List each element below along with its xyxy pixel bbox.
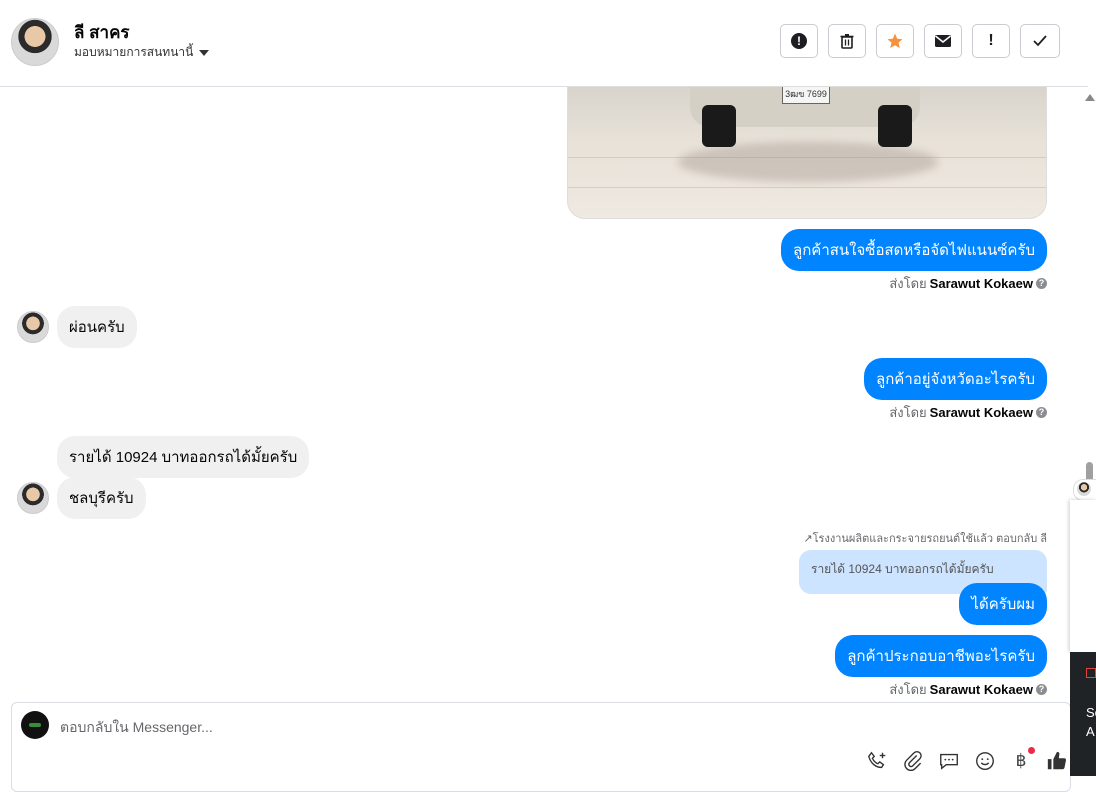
sent-by-label: ส่งโดย Sarawut Kokaew ? [889, 402, 1047, 423]
incoming-message[interactable]: ผ่อนครับ [57, 306, 137, 348]
thumbnail-icon [1086, 668, 1096, 678]
contact-name[interactable]: ลี สาคร [74, 19, 130, 46]
page-avatar [21, 711, 49, 739]
conversation-header: ลี สาคร มอบหมายการสนทนานี้ ! ! [0, 0, 1088, 87]
exclamation-icon: ! [988, 32, 994, 49]
license-plate: 3ฒข 7699 [782, 87, 830, 104]
delete-button[interactable] [828, 24, 866, 58]
contact-avatar[interactable] [11, 18, 59, 66]
side-text-2: A [1086, 724, 1095, 739]
help-icon[interactable]: ? [1036, 684, 1047, 695]
chat-head[interactable] [1073, 479, 1096, 501]
checkmark-icon [1033, 35, 1047, 47]
help-icon[interactable]: ? [1036, 278, 1047, 289]
report-spam-button[interactable]: ! [780, 24, 818, 58]
outgoing-message[interactable]: ได้ครับผม [959, 583, 1047, 625]
outgoing-message[interactable]: ลูกค้าอยู่จังหวัดอะไรครับ [864, 358, 1047, 400]
outgoing-message[interactable]: ลูกค้าสนใจซื้อสดหรือจัดไฟแนนซ์ครับ [781, 229, 1047, 271]
sender-name: Sarawut Kokaew [929, 682, 1033, 697]
chat-head-avatar [1077, 482, 1091, 496]
reply-input[interactable]: ตอบกลับใน Messenger... [60, 717, 213, 739]
side-text-1: Se [1086, 705, 1096, 720]
alert-circle-icon: ! [791, 33, 807, 49]
thumbs-up-icon[interactable] [1045, 749, 1069, 773]
incoming-message[interactable]: รายได้ 10924 บาทออกรถได้มั้ยครับ [57, 436, 310, 478]
sent-by-prefix: ส่งโดย [889, 405, 927, 420]
phone-plus-icon[interactable] [865, 749, 889, 773]
side-chat-panel [1070, 500, 1096, 652]
scroll-up-arrow-icon[interactable] [1085, 94, 1095, 101]
mark-unread-button[interactable] [924, 24, 962, 58]
sender-name: Sarawut Kokaew [929, 405, 1033, 420]
sender-name: Sarawut Kokaew [929, 276, 1033, 291]
paperclip-icon[interactable] [901, 749, 925, 773]
sent-by-prefix: ส่งโดย [889, 276, 927, 291]
assign-conversation-dropdown[interactable]: มอบหมายการสนทนานี้ [74, 43, 210, 62]
help-icon[interactable]: ? [1036, 407, 1047, 418]
sent-by-prefix: ส่งโดย [889, 682, 927, 697]
reply-arrow-icon: ↗ [803, 533, 813, 545]
reply-composer[interactable]: ตอบกลับใน Messenger... ฿ [11, 702, 1071, 792]
envelope-icon [935, 35, 951, 47]
trash-icon [840, 34, 854, 49]
outgoing-message[interactable]: ลูกค้าประกอบอาชีพอะไรครับ [835, 635, 1047, 677]
notification-dot [1028, 747, 1035, 754]
follow-up-button[interactable]: ! [972, 24, 1010, 58]
emoji-icon[interactable] [973, 749, 997, 773]
assign-label: มอบหมายการสนทนานี้ [74, 45, 194, 59]
car-photo-attachment[interactable]: 3ฒข 7699 [567, 86, 1047, 219]
star-button[interactable] [876, 24, 914, 58]
side-dark-panel: Se A [1070, 652, 1096, 776]
saved-reply-icon[interactable] [937, 749, 961, 773]
incoming-message[interactable]: ชลบุรีครับ [57, 477, 146, 519]
mark-done-button[interactable] [1020, 24, 1060, 58]
sent-by-label: ส่งโดย Sarawut Kokaew ? [889, 273, 1047, 294]
contact-avatar-small[interactable] [17, 482, 49, 514]
star-icon [887, 33, 903, 49]
caret-down-icon [199, 49, 210, 56]
sent-by-label: ส่งโดย Sarawut Kokaew ? [889, 679, 1047, 700]
reply-note: ↗โรงงานผลิตและกระจายรถยนต์ใช้แล้ว ตอบกลั… [803, 533, 1047, 545]
contact-avatar-small[interactable] [17, 311, 49, 343]
